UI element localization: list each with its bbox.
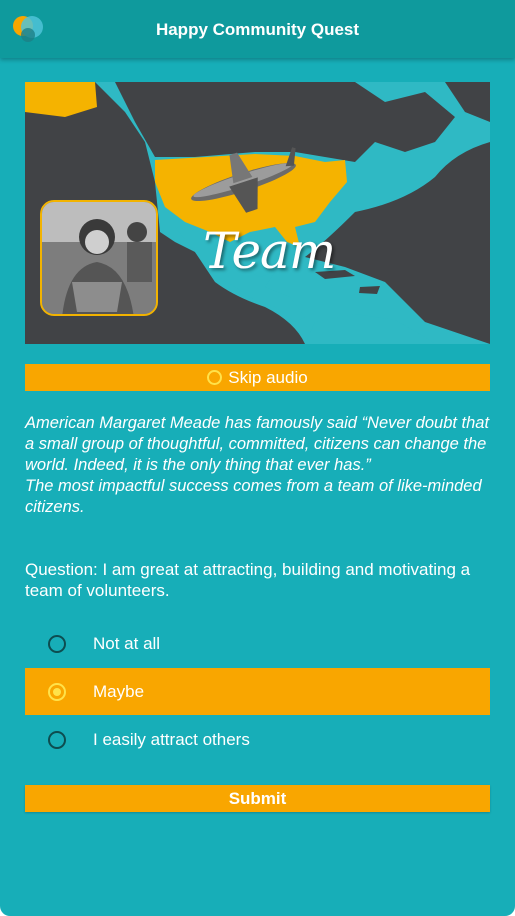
option-label: Maybe: [93, 681, 145, 701]
app-screen: Happy Community Quest Team Skip audio Am…: [0, 0, 515, 916]
option-label: Not at all: [93, 633, 161, 653]
option-maybe[interactable]: Maybe: [25, 668, 490, 715]
quote-text: American Margaret Meade has famously sai…: [25, 413, 490, 518]
portrait-photo: [40, 200, 158, 316]
app-bar: Happy Community Quest: [0, 0, 515, 58]
page-title: Happy Community Quest: [155, 20, 360, 39]
record-ring-icon: [207, 370, 223, 385]
hero-overlay-text: Team: [203, 222, 336, 280]
skip-audio-label: Skip audio: [228, 367, 308, 387]
quote-paragraph-2: The most impactful success comes from a …: [25, 477, 482, 516]
skip-audio-button[interactable]: Skip audio: [25, 364, 490, 391]
radio-button[interactable]: [48, 730, 66, 749]
radio-button-selected[interactable]: [48, 682, 66, 701]
option-easily-attract[interactable]: I easily attract others: [25, 716, 490, 763]
question-text: Question: I am great at attracting, buil…: [25, 560, 471, 600]
quote-paragraph-1: American Margaret Meade has famously sai…: [25, 414, 490, 474]
submit-button[interactable]: Submit: [25, 785, 490, 812]
option-label: I easily attract others: [93, 729, 250, 749]
option-not-at-all[interactable]: Not at all: [25, 620, 490, 667]
hero-image: Team: [25, 82, 490, 344]
radio-button[interactable]: [48, 634, 66, 653]
